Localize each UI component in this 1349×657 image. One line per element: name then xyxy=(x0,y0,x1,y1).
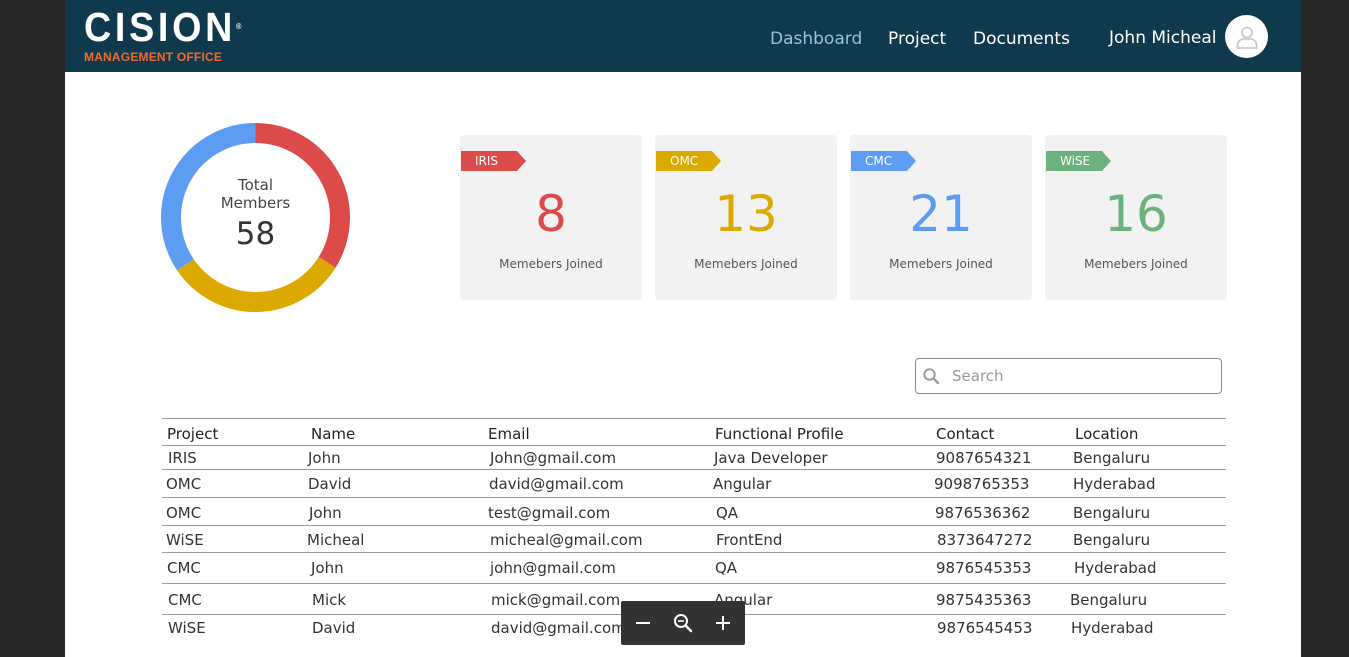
card-count: 8 xyxy=(535,185,567,243)
nav-documents[interactable]: Documents xyxy=(973,28,1070,50)
table-divider xyxy=(162,525,1226,526)
card-tag: CMC xyxy=(851,151,916,171)
table-cell: 9876545353 xyxy=(936,559,1032,577)
table-cell: FrontEnd xyxy=(716,531,783,549)
card-cmc[interactable]: CMC 21 Memebers Joined xyxy=(850,135,1032,300)
column-header[interactable]: Name xyxy=(311,424,355,444)
table-cell: John@gmail.com xyxy=(490,449,617,467)
column-header[interactable]: Functional Profile xyxy=(715,424,844,444)
card-label: Memebers Joined xyxy=(1084,257,1188,271)
table-cell: QA xyxy=(715,559,738,577)
table-cell: QA xyxy=(716,504,739,522)
table-cell: Hyderabad xyxy=(1071,619,1154,637)
table-cell: Java Developer xyxy=(714,449,828,467)
donut-segment-yellow xyxy=(177,256,336,312)
search-icon xyxy=(923,368,940,385)
card-count: 21 xyxy=(909,185,973,243)
card-tag: IRIS xyxy=(461,151,526,171)
table-cell: IRIS xyxy=(168,449,197,467)
top-header: CISION® MANAGEMENT OFFICE Dashboard Proj… xyxy=(65,0,1301,72)
donut-label-line1: Total xyxy=(237,176,274,194)
column-header[interactable]: Email xyxy=(488,424,530,444)
column-header[interactable]: Location xyxy=(1075,424,1138,444)
card-tag: WiSE xyxy=(1046,151,1111,171)
zoom-reset-button[interactable] xyxy=(671,611,695,635)
table-cell: CMC xyxy=(168,591,202,609)
table-cell: john@gmail.com xyxy=(490,559,616,577)
table-cell: Angular xyxy=(713,475,772,493)
table-divider xyxy=(162,469,1226,470)
table-cell: John xyxy=(311,559,344,577)
card-tag: OMC xyxy=(656,151,721,171)
table-cell: 9087654321 xyxy=(936,449,1032,467)
column-header[interactable]: Project xyxy=(167,424,218,444)
table-cell: Bengaluru xyxy=(1073,531,1151,549)
table-cell: micheal@gmail.com xyxy=(490,531,643,549)
table-cell: 9876536362 xyxy=(935,504,1031,522)
table-cell: WiSE xyxy=(168,619,206,637)
table-cell: david@gmail.com xyxy=(491,619,626,637)
card-count: 13 xyxy=(714,185,778,243)
table-cell: CMC xyxy=(167,559,201,577)
table-cell: 9875435363 xyxy=(936,591,1032,609)
table-divider xyxy=(162,497,1226,498)
table-cell: OMC xyxy=(166,475,202,493)
card-count: 16 xyxy=(1104,185,1168,243)
zoom-out-button[interactable] xyxy=(631,611,655,635)
table-divider xyxy=(162,552,1226,553)
donut-label: Total Members xyxy=(161,176,350,212)
card-omc[interactable]: OMC 13 Memebers Joined xyxy=(655,135,837,300)
table-cell: David xyxy=(312,619,356,637)
card-wise[interactable]: WiSE 16 Memebers Joined xyxy=(1045,135,1227,300)
table-cell: Hyderabad xyxy=(1073,475,1156,493)
avatar[interactable] xyxy=(1225,15,1268,58)
table-cell: John xyxy=(309,504,342,522)
zoom-toolbar xyxy=(621,601,745,645)
logo-wordmark: CISION® xyxy=(84,4,242,50)
column-header[interactable]: Contact xyxy=(936,424,994,444)
table-cell: 9098765353 xyxy=(934,475,1030,493)
table-cell: David xyxy=(308,475,352,493)
card-label: Memebers Joined xyxy=(499,257,603,271)
table-cell: mick@gmail.com xyxy=(491,591,621,609)
table-cell: 9876545453 xyxy=(937,619,1033,637)
nav-project[interactable]: Project xyxy=(888,28,946,50)
user-icon xyxy=(1236,26,1257,49)
nav-dashboard[interactable]: Dashboard xyxy=(770,28,862,50)
total-members-value: 58 xyxy=(235,216,276,252)
card-label: Memebers Joined xyxy=(694,257,798,271)
table-cell: Hyderabad xyxy=(1074,559,1157,577)
table-cell: OMC xyxy=(166,504,202,522)
search-box[interactable] xyxy=(915,358,1222,394)
dashboard-page: CISION® MANAGEMENT OFFICE Dashboard Proj… xyxy=(65,0,1301,657)
table-cell: 8373647272 xyxy=(937,531,1033,549)
user-name[interactable]: John Micheal xyxy=(1109,27,1216,49)
table-cell: test@gmail.com xyxy=(488,504,611,522)
card-iris[interactable]: IRIS 8 Memebers Joined xyxy=(460,135,642,300)
table-divider xyxy=(162,418,1226,419)
table-divider xyxy=(162,583,1226,584)
search-input[interactable] xyxy=(952,365,1202,387)
logo-subtitle: MANAGEMENT OFFICE xyxy=(84,50,223,64)
table-cell: John xyxy=(308,449,341,467)
table-cell: Bengaluru xyxy=(1073,504,1151,522)
table-cell: Bengaluru xyxy=(1070,591,1148,609)
table-cell: Mick xyxy=(312,591,347,609)
table-cell: Micheal xyxy=(307,531,365,549)
table-divider xyxy=(162,445,1226,446)
card-label: Memebers Joined xyxy=(889,257,993,271)
table-cell: david@gmail.com xyxy=(489,475,624,493)
donut-label-line2: Members xyxy=(220,194,291,212)
table-cell: Bengaluru xyxy=(1073,449,1151,467)
table-cell: WiSE xyxy=(166,531,204,549)
zoom-in-button[interactable] xyxy=(711,611,735,635)
cision-logo[interactable]: CISION® MANAGEMENT OFFICE xyxy=(84,4,255,65)
